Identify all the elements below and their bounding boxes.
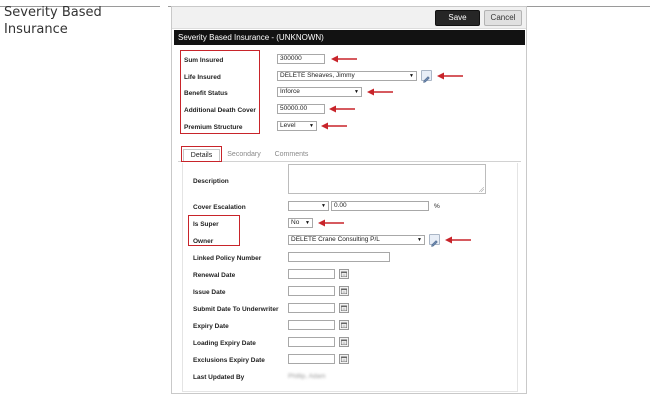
is-super-select[interactable]: No ▼ [288,218,313,228]
linked-policy-number-label: Linked Policy Number [193,255,262,262]
cover-escalation-select[interactable]: ▼ [288,201,329,211]
cover-escalation-amount-input[interactable]: 0.00 [331,201,429,211]
arrow-left-icon [329,105,355,113]
arrow-left-icon [321,122,347,130]
issue-date-label: Issue Date [193,289,226,296]
submit-date-calendar-button[interactable] [339,303,349,313]
expiry-date-label: Expiry Date [193,323,229,330]
life-insured-select[interactable]: DELETE Sheaves, Jimmy ▼ [277,71,417,81]
super-owner-highlight [188,215,240,246]
cover-escalation-label: Cover Escalation [193,204,246,211]
issue-date-input[interactable] [288,286,335,296]
description-label: Description [193,178,229,185]
premium-structure-select[interactable]: Level ▼ [277,121,317,131]
tab-secondary[interactable]: Secondary [223,149,265,162]
premium-structure-value: Level [280,122,296,129]
resize-handle-icon [479,187,484,192]
renewal-date-calendar-button[interactable] [339,269,349,279]
chevron-down-icon: ▼ [409,73,414,79]
calendar-icon [341,322,347,328]
document-heading: Severity Based Insurance [4,5,102,37]
renewal-date-label: Renewal Date [193,272,236,279]
dialog-toolbar: Save Cancel [172,7,526,29]
chevron-down-icon: ▼ [305,220,310,226]
expiry-date-input[interactable] [288,320,335,330]
owner-select[interactable]: DELETE Crane Consulting P/L ▼ [288,235,425,245]
arrow-left-icon [445,236,471,244]
arrow-left-icon [437,72,463,80]
issue-date-calendar-button[interactable] [339,286,349,296]
is-super-value: No [291,219,300,226]
life-insured-edit-button[interactable] [421,70,432,83]
arrow-left-icon [318,219,344,227]
owner-edit-button[interactable] [429,234,440,247]
save-button[interactable]: Save [435,10,480,26]
chevron-down-icon: ▼ [354,89,359,95]
renewal-date-input[interactable] [288,269,335,279]
insurance-dialog: Save Cancel Severity Based Insurance - (… [171,6,527,394]
arrow-left-icon [367,88,393,96]
exclusions-expiry-date-input[interactable] [288,354,335,364]
submit-date-input[interactable] [288,303,335,313]
dialog-title: Severity Based Insurance - (UNKNOWN) [174,30,525,45]
percent-symbol: % [434,203,440,210]
benefit-status-value: Inforce [280,88,300,95]
loading-expiry-date-calendar-button[interactable] [339,337,349,347]
linked-policy-number-input[interactable] [288,252,390,262]
arrow-left-icon [331,55,357,63]
benefit-status-select[interactable]: Inforce ▼ [277,87,362,97]
last-updated-by-label: Last Updated By [193,374,245,381]
additional-death-cover-input[interactable]: 50000.00 [277,104,325,114]
life-insured-value: DELETE Sheaves, Jimmy [280,72,355,79]
chevron-down-icon: ▼ [417,237,422,243]
policy-fields-highlight [180,50,260,134]
owner-value: DELETE Crane Consulting P/L [291,236,380,243]
calendar-icon [341,305,347,311]
last-updated-by-value: Phillip, Adam [288,373,326,380]
calendar-icon [341,339,347,345]
exclusions-expiry-date-calendar-button[interactable] [339,354,349,364]
calendar-icon [341,271,347,277]
sum-insured-input[interactable]: 300000 [277,54,325,64]
loading-expiry-date-label: Loading Expiry Date [193,340,256,347]
pencil-icon [423,76,430,83]
chevron-down-icon: ▼ [321,203,326,209]
exclusions-expiry-date-label: Exclusions Expiry Date [193,357,265,364]
expiry-date-calendar-button[interactable] [339,320,349,330]
chevron-down-icon: ▼ [309,123,314,129]
calendar-icon [341,356,347,362]
loading-expiry-date-input[interactable] [288,337,335,347]
cancel-button[interactable]: Cancel [484,10,522,26]
submit-date-label: Submit Date To Underwriter [193,306,279,313]
details-tab-highlight [181,146,222,162]
description-textarea[interactable] [288,164,486,194]
calendar-icon [341,288,347,294]
pencil-icon [431,240,438,247]
tab-comments[interactable]: Comments [268,149,315,162]
